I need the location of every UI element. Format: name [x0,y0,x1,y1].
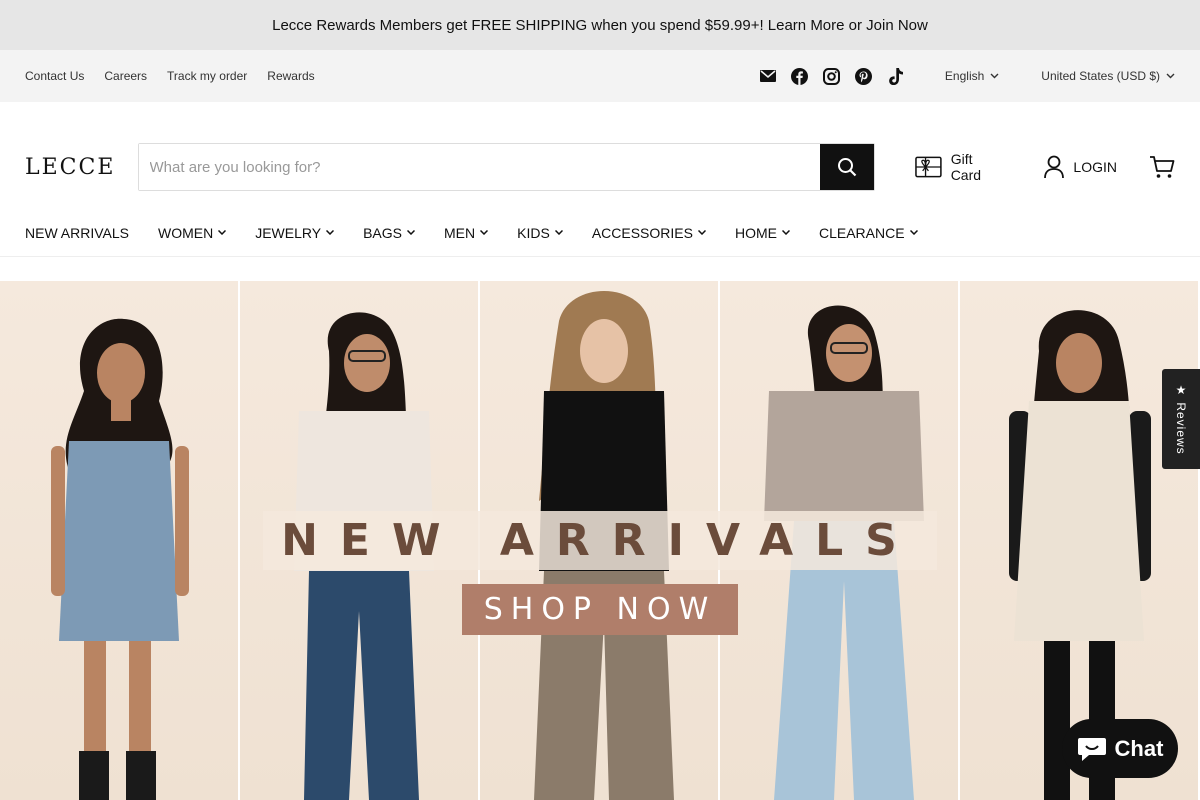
chat-icon [1077,737,1106,761]
currency-selector[interactable]: United States (USD $) [1041,69,1175,83]
nav-item-clearance[interactable]: CLEARANCE [819,225,918,241]
chat-button[interactable]: Chat [1062,719,1178,778]
chevron-down-icon [1166,73,1175,79]
header-actions: Gift Card LOGIN [915,151,1175,183]
login-link[interactable]: LOGIN [1044,155,1117,179]
nav-item-accessories[interactable]: ACCESSORIES [592,225,706,241]
chevron-down-icon [554,230,563,235]
chevron-down-icon [326,230,335,235]
nav-item-bags[interactable]: BAGS [363,225,415,241]
nav-label: HOME [734,224,777,241]
utility-links: Contact Us Careers Track my order Reward… [25,69,315,83]
nav-label: ACCESSORIES [591,224,693,241]
hero-banner[interactable]: NEW ARRIVALS SHOP NOW [0,281,1200,800]
nav-item-men[interactable]: MEN [444,224,489,241]
rewards-link[interactable]: Rewards [267,69,314,83]
cart-button[interactable] [1149,155,1175,179]
search-icon [837,158,857,177]
careers-link[interactable]: Careers [104,69,147,83]
gift-card-label: Gift Card [950,151,982,183]
nav-label: JEWELRY [255,224,322,241]
facebook-icon[interactable] [791,67,809,85]
nav-label: WOMEN [158,224,214,241]
language-label: English [944,69,985,83]
reviews-tab[interactable]: ★ Reviews [1162,369,1200,469]
pinterest-icon[interactable] [855,67,873,85]
chevron-down-icon [697,230,706,235]
announcement-bar[interactable]: Lecce Rewards Members get FREE SHIPPING … [0,0,1200,50]
logo[interactable]: LECCE [25,155,138,180]
nav-label: MEN [444,224,476,241]
search-button[interactable] [819,144,874,190]
user-icon [1044,155,1065,179]
announcement-text[interactable]: Lecce Rewards Members get FREE SHIPPING … [272,17,928,34]
nav-item-home[interactable]: HOME [735,225,790,241]
cart-icon [1150,156,1175,178]
tiktok-icon[interactable] [887,67,905,85]
nav-label: BAGS [363,224,402,241]
login-label: LOGIN [1073,159,1117,175]
chevron-down-icon [480,230,489,235]
nav-item-kids[interactable]: KIDS [517,225,563,241]
chevron-down-icon [781,230,790,235]
main-nav: NEW ARRIVALS WOMEN JEWELRY BAGS MEN KIDS… [0,209,1200,257]
search-input[interactable] [138,144,820,190]
hero-title: NEW ARRIVALS [263,511,937,570]
chevron-down-icon [990,73,999,79]
hero-overlay: NEW ARRIVALS SHOP NOW [0,511,1200,635]
currency-label: United States (USD $) [1041,69,1160,83]
chevron-down-icon [909,230,918,235]
chevron-down-icon [407,230,415,235]
instagram-icon[interactable] [823,67,841,85]
chat-label: Chat [1114,735,1164,761]
gift-card-icon [915,156,942,178]
track-order-link[interactable]: Track my order [167,69,247,83]
chevron-down-icon [218,230,227,235]
nav-item-women[interactable]: WOMEN [158,224,227,241]
social-links [759,67,905,85]
email-icon[interactable] [759,67,777,85]
nav-label: CLEARANCE [818,224,905,241]
utility-bar: Contact Us Careers Track my order Reward… [0,50,1200,102]
nav-item-jewelry[interactable]: JEWELRY [255,224,335,241]
nav-label: KIDS [517,224,550,241]
nav-label: NEW ARRIVALS [25,224,129,241]
search-bar [137,143,875,191]
gift-card-link[interactable]: Gift Card [915,151,1005,183]
contact-us-link[interactable]: Contact Us [25,69,84,83]
language-selector[interactable]: English [945,69,999,83]
shop-now-button[interactable]: SHOP NOW [461,584,739,635]
reviews-tab-label: ★ Reviews [1174,383,1188,455]
nav-item-new-arrivals[interactable]: NEW ARRIVALS [25,225,129,241]
